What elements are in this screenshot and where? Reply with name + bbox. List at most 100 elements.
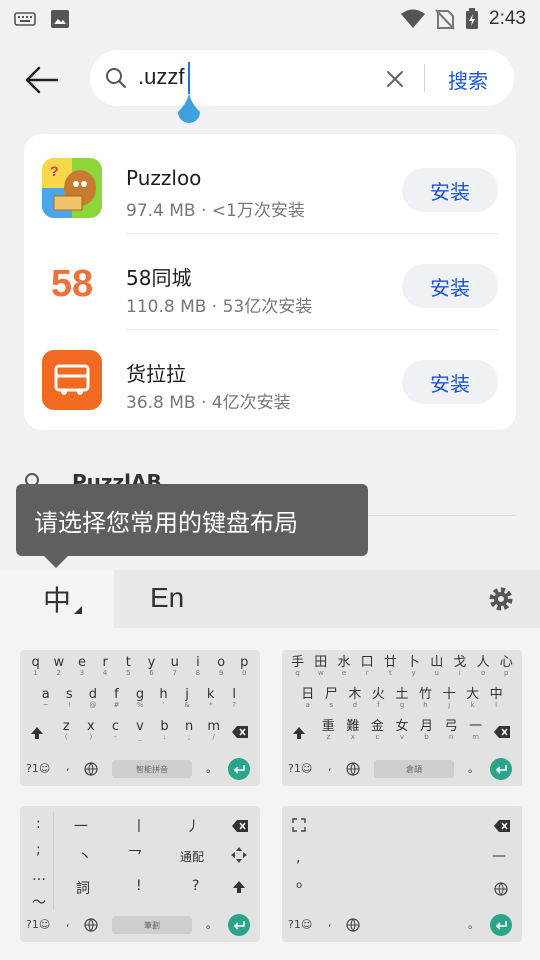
arrow-left-icon — [25, 66, 59, 94]
search-submit-button[interactable]: 搜索 — [448, 65, 488, 94]
wifi-icon — [401, 9, 426, 28]
result-row[interactable]: 货拉拉 36.8 MB · 4亿次安装 安装 — [24, 330, 516, 426]
cangjie-key-sublabel: y — [411, 669, 416, 677]
cursor-handle[interactable] — [174, 90, 204, 130]
qwerty-key: l? — [223, 688, 245, 709]
cangjie-key-label: 山 — [430, 655, 444, 670]
cangjie-key: 竹h — [415, 688, 437, 709]
qwerty-key-sublabel: 8 — [195, 669, 201, 677]
move-icon — [231, 847, 247, 863]
cangjie-key-sublabel: z — [326, 733, 331, 741]
cangjie-key: 尸s — [320, 688, 342, 709]
qwerty-key-sublabel: ) — [89, 733, 93, 741]
qwerty-key: c- — [104, 720, 126, 741]
qwerty-key-sublabel: ~ — [42, 701, 49, 709]
install-button[interactable]: 安装 — [402, 264, 498, 308]
delete-icon — [232, 820, 248, 832]
qwerty-key-label: i — [196, 655, 200, 670]
qwerty-key-sublabel: / — [212, 733, 215, 741]
cangjie-key-label: 女 — [395, 719, 409, 734]
fullscreen-icon — [292, 818, 306, 832]
tab-english[interactable]: En — [150, 582, 184, 614]
stroke-key: ～ — [32, 895, 46, 911]
cangjie-key: 山u — [426, 656, 448, 677]
cangjie-key: 土g — [391, 688, 413, 709]
qwerty-key-sublabel: * — [208, 701, 213, 709]
qwerty-key-sublabel: ( — [64, 733, 68, 741]
cangjie-key-sublabel: b — [424, 733, 429, 741]
qwerty-key: w2 — [48, 656, 70, 677]
question-key: ? — [192, 878, 200, 894]
battery-charging-icon — [466, 8, 479, 29]
qwerty-key-label: c — [111, 719, 119, 734]
qwerty-key-label: t — [125, 655, 131, 670]
qwerty-key: b: — [154, 720, 176, 741]
qwerty-key-label: h — [159, 687, 168, 702]
dash-key: — — [492, 848, 506, 864]
install-button[interactable]: 安装 — [402, 360, 498, 404]
cangjie-key: 口r — [356, 656, 378, 677]
shift-icon — [233, 881, 245, 893]
keyboard-bottom-row: ?1☺ , 。 — [282, 914, 522, 936]
gear-icon[interactable] — [486, 584, 516, 614]
stroke-key: 乛 — [128, 849, 142, 865]
cangjie-key-label: 中 — [489, 687, 503, 702]
qwerty-key-label: q — [31, 655, 40, 670]
result-row[interactable]: 58 58同城 110.8 MB · 53亿次安装 安装 — [24, 234, 516, 330]
symbol-key: ?1☺ — [26, 762, 51, 775]
exclaim-key: ! — [136, 878, 142, 894]
qwerty-key: m / — [203, 720, 225, 741]
qwerty-key-sublabel: & — [184, 701, 190, 709]
qwerty-key: n; — [178, 720, 200, 741]
cangjie-key-sublabel: m — [472, 733, 480, 741]
qwerty-key-sublabel: 9 — [218, 669, 224, 677]
image-icon — [51, 10, 69, 28]
cangjie-key-sublabel: i — [458, 669, 461, 677]
search-box[interactable]: .uzzf 搜索 — [90, 50, 514, 123]
layout-option-stroke[interactable]: : ; … ～ 一 丨 丿 丶 乛 通配 詞 ! ? ?1☺ , 筆劃 。 — [20, 806, 260, 942]
cangjie-key: 廿t — [379, 656, 401, 677]
globe-icon — [84, 918, 98, 932]
cangjie-key: 弓n — [440, 720, 462, 741]
result-row[interactable]: ? Puzzloo 97.4 MB · <1万次安装 安装 — [24, 138, 516, 234]
cangjie-key-label: 水 — [337, 655, 351, 670]
tab-chinese[interactable]: 中 — [0, 570, 114, 628]
cangjie-key-sublabel: t — [388, 669, 392, 677]
layout-option-cangjie[interactable]: 手q田w水e口r廿t卜y山u戈i人o心p 日a尸s木d火f土g竹h十j大k中l … — [282, 650, 522, 786]
symbol-key: ?1☺ — [288, 918, 313, 931]
shift-icon — [293, 727, 305, 739]
qwerty-key: q1 — [25, 656, 47, 677]
qwerty-key-sublabel: ; — [187, 733, 191, 741]
qwerty-key-sublabel: : — [163, 733, 166, 741]
comma-key: , — [328, 760, 332, 773]
qwerty-key-sublabel: % — [136, 701, 144, 709]
layout-option-qwerty[interactable]: q1w2e3r4t5y6u7i8o9p0 a ~ s! d @ f # g% h ' j & k * l? … — [20, 650, 260, 786]
layout-option-handwriting[interactable]: , — o ?1☺ , 。 — [282, 806, 522, 942]
cangjie-key: 中l — [485, 688, 507, 709]
install-button[interactable]: 安装 — [402, 168, 498, 212]
cangjie-key-label: 心 — [499, 655, 513, 670]
cangjie-key-sublabel: e — [341, 669, 347, 677]
clear-icon[interactable] — [382, 66, 408, 92]
delete-icon — [494, 820, 510, 832]
qwerty-key-label: r — [102, 655, 108, 670]
back-button[interactable] — [20, 58, 64, 102]
cangjie-key-sublabel: k — [470, 701, 475, 709]
shift-icon — [31, 727, 43, 739]
tooltip-tail — [44, 556, 68, 568]
qwerty-key: a ~ — [35, 688, 57, 709]
cangjie-key-label: 日 — [301, 687, 315, 702]
cangjie-key: 手q — [287, 656, 309, 677]
cangjie-key-sublabel: f — [377, 701, 380, 709]
globe-icon — [84, 762, 98, 776]
cangjie-key-sublabel: g — [399, 701, 405, 709]
cangjie-key-sublabel: u — [434, 669, 439, 677]
qwerty-key-label: a — [41, 687, 50, 702]
search-input[interactable]: .uzzf — [138, 64, 184, 90]
cangjie-key: 大k — [462, 688, 484, 709]
results-card: ? Puzzloo 97.4 MB · <1万次安装 安装 58 58同城 11… — [24, 134, 516, 430]
stroke-key: ; — [36, 842, 41, 858]
qwerty-key-label: n — [184, 719, 194, 734]
qwerty-key-label: o — [217, 655, 226, 670]
cangjie-key-label: 土 — [395, 687, 409, 702]
